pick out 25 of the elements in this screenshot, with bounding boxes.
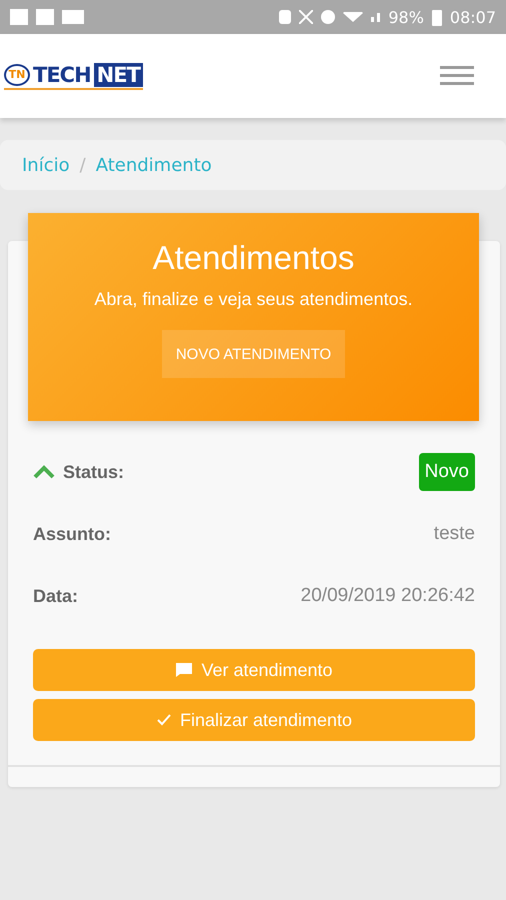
chevron-up-icon[interactable] xyxy=(33,465,55,479)
logo[interactable]: TN TECH NET xyxy=(4,62,143,90)
signal-icon xyxy=(371,12,380,22)
status-label: Status: xyxy=(63,462,124,482)
breadcrumb-separator: / xyxy=(80,154,86,176)
chat-icon xyxy=(175,662,194,678)
hero-subtitle: Abra, finalize e veja seus atendimentos. xyxy=(94,289,413,310)
hero-title: Atendimentos xyxy=(152,239,354,277)
menu-icon[interactable] xyxy=(440,65,474,87)
new-ticket-button[interactable]: NOVO ATENDIMENTO xyxy=(162,330,346,378)
mute-icon xyxy=(299,10,314,24)
check-icon xyxy=(156,713,172,727)
battery-text: 98% xyxy=(388,8,424,26)
breadcrumb-link[interactable]: Início xyxy=(22,154,70,176)
battery-icon xyxy=(432,8,442,26)
breadcrumb-link[interactable]: Atendimento xyxy=(96,154,212,176)
action-button[interactable]: Ver atendimento xyxy=(33,649,475,691)
clock-text: 08:07 xyxy=(450,8,496,26)
field-label: Data: xyxy=(33,586,78,606)
field-value: 20/09/2019 20:26:42 xyxy=(300,585,475,607)
status-tag: Novo xyxy=(418,453,475,491)
wifi-icon xyxy=(343,12,364,22)
field-label: Assunto: xyxy=(33,524,111,544)
action-button[interactable]: Finalizar atendimento xyxy=(33,699,475,741)
field-value: teste xyxy=(434,523,475,545)
